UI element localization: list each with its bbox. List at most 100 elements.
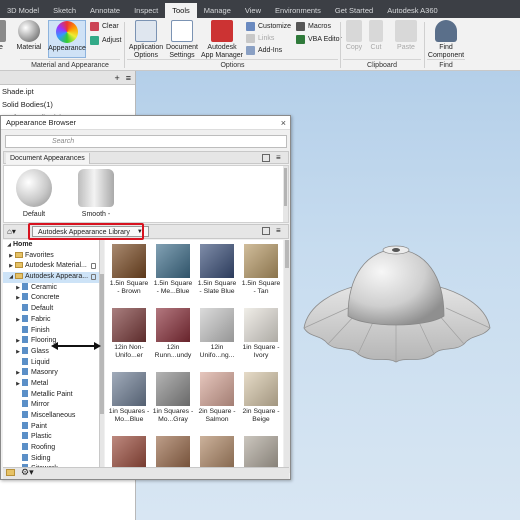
tab-environments[interactable]: Environments	[268, 3, 328, 18]
category-icon	[22, 389, 28, 397]
links-button[interactable]: Links	[246, 34, 274, 43]
copy-button[interactable]: Copy	[343, 20, 365, 52]
appearance-swatch-item[interactable]: 2in Square - Salmon	[196, 372, 238, 424]
doc-scroll-thumb[interactable]	[284, 168, 287, 206]
tree-item[interactable]: Roofing	[3, 443, 99, 454]
tree-item[interactable]: Siding	[3, 453, 99, 465]
view-mode-icon[interactable]	[262, 227, 270, 235]
tree-item[interactable]: ▶ Autodesk Material...	[3, 261, 99, 272]
application-options-button[interactable]: Application Options	[127, 20, 165, 60]
swatch-label: 1in Squares - Mo...Gray	[152, 408, 194, 423]
tree-item[interactable]: ◢ Home	[3, 240, 99, 251]
appearance-swatch-item[interactable]: 12in Non-Unifo...er	[108, 308, 150, 360]
list-options-icon[interactable]: ≡	[276, 154, 284, 162]
appearance-swatch-item[interactable]: 12in Unifo...ng...	[196, 308, 238, 360]
tree-item[interactable]: Finish	[3, 325, 99, 337]
tree-scrollbar[interactable]	[100, 240, 104, 473]
appearance-button[interactable]: Appearance	[48, 20, 86, 58]
view-mode-icon[interactable]	[262, 154, 270, 162]
appearance-swatch-item[interactable]: 1in Squares - Mo...Blue	[108, 372, 150, 424]
expand-arrow-icon[interactable]: ◢	[5, 240, 13, 251]
appearance-swatch-item[interactable]: 1in Square - Ivory	[240, 308, 282, 360]
doc-appearance-default[interactable]: Default	[7, 169, 61, 218]
ribbon-separator	[340, 22, 341, 68]
tree-item[interactable]: Metallic Paint	[3, 389, 99, 401]
material-button[interactable]: Material	[13, 20, 45, 52]
vba-editor-button[interactable]: VBA Editor	[296, 35, 342, 44]
tab-inspect[interactable]: Inspect	[127, 3, 165, 18]
list-options-icon[interactable]: ≡	[276, 227, 284, 235]
search-input[interactable]: Search	[5, 135, 287, 148]
appearance-swatch-item[interactable]: 1.5in Square - Brown	[108, 244, 150, 296]
expand-arrow-icon[interactable]: ▶	[14, 315, 22, 326]
menu-icon[interactable]: ≡	[126, 73, 131, 83]
macros-button[interactable]: Macros	[296, 22, 331, 31]
appearance-swatch-item[interactable]: 2in Square - Beige	[240, 372, 282, 424]
settings-icon[interactable]: ⚙▾	[21, 467, 34, 478]
expand-arrow-icon[interactable]: ▶	[14, 347, 22, 358]
find-component-button[interactable]: Find Component	[428, 20, 464, 60]
add-icon[interactable]: +	[114, 73, 119, 83]
folder-icon[interactable]	[6, 469, 15, 476]
category-icon	[22, 282, 28, 290]
tree-item[interactable]: Plastic	[3, 432, 99, 443]
expand-arrow-icon[interactable]: ▶	[7, 251, 15, 262]
paste-button[interactable]: Paste	[392, 20, 420, 52]
tree-item[interactable]: ▶ Favorites	[3, 251, 99, 262]
tree-item[interactable]: ▶ Masonry	[3, 368, 99, 379]
tab-manage[interactable]: Manage	[197, 3, 238, 18]
model-row[interactable]: Solid Bodies(1)	[0, 98, 135, 111]
category-icon	[22, 304, 28, 312]
tab-sketch[interactable]: Sketch	[46, 3, 83, 18]
home-icon[interactable]: ⌂▾	[7, 227, 16, 236]
cut-button[interactable]: Cut	[366, 20, 386, 52]
tab-annotate[interactable]: Annotate	[83, 3, 127, 18]
document-settings-button[interactable]: Document Settings	[164, 20, 200, 60]
expand-arrow-icon[interactable]: ▶	[14, 336, 22, 347]
expand-arrow-icon[interactable]: ▶	[7, 261, 15, 272]
appearance-swatch-item[interactable]: 1in Squares - Mo...Gray	[152, 372, 194, 424]
tree-item[interactable]: Default	[3, 304, 99, 315]
appearance-swatch-item[interactable]: 12in Runn...undy	[152, 308, 194, 360]
addins-icon	[246, 46, 255, 55]
expand-arrow-icon[interactable]: ▶	[14, 368, 22, 379]
tree-item[interactable]: Miscellaneous	[3, 411, 99, 422]
customize-button[interactable]: Customize	[246, 22, 291, 31]
model-row[interactable]: Shade.ipt	[0, 85, 135, 98]
adjust-button[interactable]: Adjust	[90, 36, 121, 45]
expand-arrow-icon[interactable]: ▶	[14, 379, 22, 390]
appearance-swatch-item[interactable]: 1.5in Square - Slate Blue	[196, 244, 238, 296]
lamp-shade-model[interactable]	[296, 216, 496, 396]
tree-item[interactable]: Mirror	[3, 400, 99, 411]
ribbon-partial-button[interactable]: e	[0, 20, 8, 52]
dialog-title-bar[interactable]: Appearance Browser ×	[1, 116, 290, 130]
expand-arrow-icon[interactable]: ▶	[14, 283, 22, 294]
tree-item[interactable]: ◢ Autodesk Appeara...	[3, 272, 99, 283]
tree-item[interactable]: Liquid	[3, 357, 99, 369]
copy-label: Copy	[345, 44, 363, 51]
appearance-swatch-item[interactable]: 1.5in Square - Me...Blue	[152, 244, 194, 296]
tab-get-started[interactable]: Get Started	[328, 3, 380, 18]
tab-autodesk-a360[interactable]: Autodesk A360	[380, 3, 444, 18]
tree-item[interactable]: Paint	[3, 421, 99, 433]
document-appearances-bar: Document Appearances ≡	[3, 151, 289, 164]
grid-scrollbar[interactable]	[284, 240, 290, 473]
tree-item[interactable]: ▶ Ceramic	[3, 282, 99, 294]
doc-appearance-smooth[interactable]: Smooth -	[69, 169, 123, 218]
addins-button[interactable]: Add-Ins	[246, 46, 282, 55]
grid-scroll-thumb[interactable]	[285, 240, 289, 268]
expand-arrow-icon[interactable]: ◢	[7, 272, 15, 283]
appearance-swatch-item[interactable]: 1.5in Square - Tan	[240, 244, 282, 296]
expand-arrow-icon[interactable]: ▶	[14, 293, 22, 304]
app-manager-button[interactable]: Autodesk App Manager	[200, 20, 244, 60]
tree-item[interactable]: ▶ Concrete	[3, 293, 99, 304]
tree-item[interactable]: ▶ Fabric	[3, 314, 99, 326]
tab-3d-model[interactable]: 3D Model	[0, 3, 46, 18]
tab-view[interactable]: View	[238, 3, 268, 18]
clear-button[interactable]: Clear	[90, 22, 119, 31]
tab-tools[interactable]: Tools	[165, 3, 197, 18]
close-icon[interactable]: ×	[281, 116, 286, 130]
tree-item[interactable]: ▶ Metal	[3, 378, 99, 390]
links-label: Links	[258, 35, 275, 42]
doc-scrollbar[interactable]	[283, 166, 288, 222]
